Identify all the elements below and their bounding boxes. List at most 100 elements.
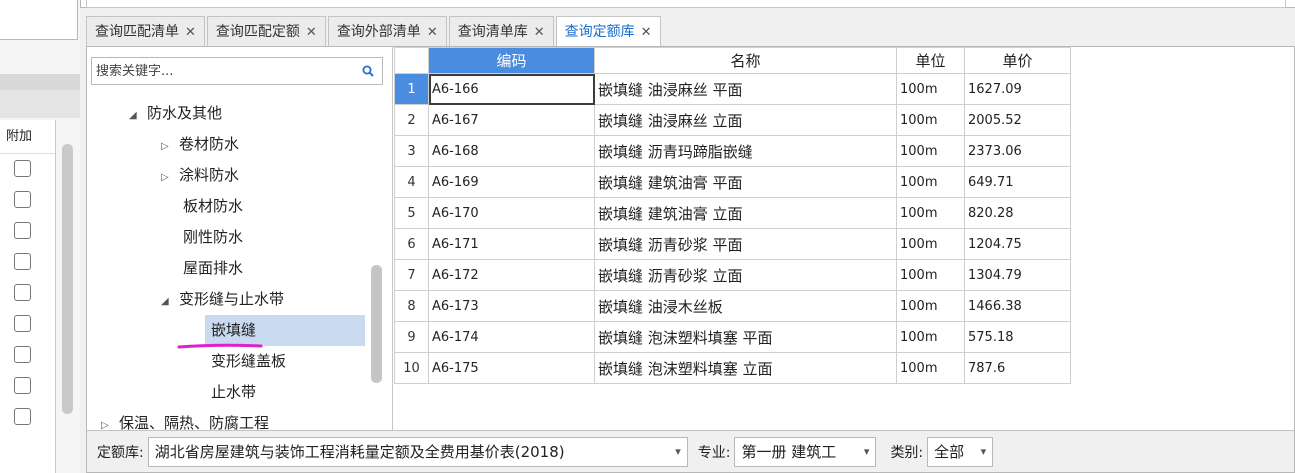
cell-price[interactable]: 1627.09 xyxy=(964,73,1071,105)
tree-item-waterstop[interactable]: 止水带 xyxy=(211,377,256,408)
category-select[interactable]: 全部 ▾ xyxy=(927,436,994,467)
checkbox[interactable] xyxy=(14,253,31,270)
tree-item-coating-waterproof[interactable]: ▷ 涂料防水 xyxy=(161,160,239,191)
checkbox[interactable] xyxy=(14,222,31,239)
major-select[interactable]: 第一册 建筑工 ▾ xyxy=(734,436,877,467)
cell-name[interactable]: 嵌填缝 沥青砂浆 立面 xyxy=(594,259,897,291)
table-row[interactable]: 5 A6-170 嵌填缝 建筑油膏 立面 100m 820.28 xyxy=(394,197,1071,229)
tree-item-waterproof-other[interactable]: ◢ 防水及其他 xyxy=(129,98,222,129)
cell-name[interactable]: 嵌填缝 沥青玛蹄脂嵌缝 xyxy=(594,135,897,167)
cell-code[interactable]: A6-175 xyxy=(428,352,595,384)
left-scrollbar[interactable] xyxy=(62,144,73,414)
cell-unit[interactable]: 100m xyxy=(896,166,965,198)
close-icon[interactable]: ✕ xyxy=(306,25,317,40)
cell-unit[interactable]: 100m xyxy=(896,135,965,167)
cell-unit[interactable]: 100m xyxy=(896,259,965,291)
checkbox[interactable] xyxy=(14,284,31,301)
cell-code[interactable]: A6-171 xyxy=(428,228,595,260)
table-row[interactable]: 2 A6-167 嵌填缝 油浸麻丝 立面 100m 2005.52 xyxy=(394,104,1071,136)
checkbox[interactable] xyxy=(14,315,31,332)
list-item xyxy=(0,185,55,216)
chevron-down-icon[interactable]: ▾ xyxy=(675,445,681,458)
checkbox[interactable] xyxy=(14,408,31,425)
close-icon[interactable]: ✕ xyxy=(641,25,652,40)
table-row[interactable]: 4 A6-169 嵌填缝 建筑油膏 平面 100m 649.71 xyxy=(394,166,1071,198)
cell-unit[interactable]: 100m xyxy=(896,104,965,136)
table-row[interactable]: 7 A6-172 嵌填缝 沥青砂浆 立面 100m 1304.79 xyxy=(394,259,1071,291)
column-header-fujia: 附加 xyxy=(0,120,55,154)
cell-code[interactable]: A6-167 xyxy=(428,104,595,136)
cell-price[interactable]: 575.18 xyxy=(964,321,1071,353)
close-icon[interactable]: ✕ xyxy=(427,25,438,40)
tree-item-rigid-waterproof[interactable]: 刚性防水 xyxy=(183,222,243,253)
collapsed-triangle-icon[interactable]: ▷ xyxy=(161,131,179,162)
tree-scrollbar[interactable] xyxy=(371,265,382,383)
table-row[interactable]: 3 A6-168 嵌填缝 沥青玛蹄脂嵌缝 100m 2373.06 xyxy=(394,135,1071,167)
cell-code[interactable]: A6-169 xyxy=(428,166,595,198)
cell-code[interactable]: A6-172 xyxy=(428,259,595,291)
cell-price[interactable]: 649.71 xyxy=(964,166,1071,198)
table-row[interactable]: 9 A6-174 嵌填缝 泡沫塑料填塞 平面 100m 575.18 xyxy=(394,321,1071,353)
tree-item-membrane-waterproof[interactable]: ▷ 卷材防水 xyxy=(161,129,239,160)
tree-item-roof-drainage[interactable]: 屋面排水 xyxy=(183,253,243,284)
tab-query-external-list[interactable]: 查询外部清单 ✕ xyxy=(327,16,447,46)
checkbox[interactable] xyxy=(14,160,31,177)
search-icon[interactable] xyxy=(362,65,374,77)
cell-code[interactable]: A6-166 xyxy=(428,73,595,105)
tree-item-board-waterproof[interactable]: 板材防水 xyxy=(183,191,243,222)
cell-name[interactable]: 嵌填缝 建筑油膏 平面 xyxy=(594,166,897,198)
cell-price[interactable]: 2373.06 xyxy=(964,135,1071,167)
cell-unit[interactable]: 100m xyxy=(896,73,965,105)
cell-code[interactable]: A6-170 xyxy=(428,197,595,229)
tree-item-joint-filling[interactable]: 嵌填缝 xyxy=(205,315,365,346)
tree-item-joint-waterstop[interactable]: ◢ 变形缝与止水带 xyxy=(161,284,284,315)
cell-name[interactable]: 嵌填缝 泡沫塑料填塞 平面 xyxy=(594,321,897,353)
checkbox[interactable] xyxy=(14,191,31,208)
checkbox[interactable] xyxy=(14,377,31,394)
cell-name[interactable]: 嵌填缝 油浸麻丝 平面 xyxy=(594,73,897,105)
checkbox[interactable] xyxy=(14,346,31,363)
tab-query-match-list[interactable]: 查询匹配清单 ✕ xyxy=(86,16,205,46)
cell-name[interactable]: 嵌填缝 建筑油膏 立面 xyxy=(594,197,897,229)
table-row[interactable]: 6 A6-171 嵌填缝 沥青砂浆 平面 100m 1204.75 xyxy=(394,228,1071,260)
library-select[interactable]: 湖北省房屋建筑与装饰工程消耗量定额及全费用基价表(2018) ▾ xyxy=(147,436,688,467)
tab-query-quota-library[interactable]: 查询定额库 ✕ xyxy=(555,16,661,47)
tree-item-insulation[interactable]: ▷ 保温、隔热、防腐工程 xyxy=(101,408,269,430)
table-row[interactable]: 1 A6-166 嵌填缝 油浸麻丝 平面 100m 1627.09 xyxy=(394,73,1071,105)
collapsed-triangle-icon[interactable]: ▷ xyxy=(161,162,179,193)
cell-unit[interactable]: 100m xyxy=(896,321,965,353)
cell-name[interactable]: 嵌填缝 油浸麻丝 立面 xyxy=(594,104,897,136)
column-header-unit[interactable]: 单位 xyxy=(896,47,965,74)
column-header-name[interactable]: 名称 xyxy=(594,47,897,74)
cell-code[interactable]: A6-168 xyxy=(428,135,595,167)
cell-unit[interactable]: 100m xyxy=(896,352,965,384)
cell-unit[interactable]: 100m xyxy=(896,228,965,260)
cell-name[interactable]: 嵌填缝 泡沫塑料填塞 立面 xyxy=(594,352,897,384)
cell-price[interactable]: 2005.52 xyxy=(964,104,1071,136)
cell-price[interactable]: 787.6 xyxy=(964,352,1071,384)
close-icon[interactable]: ✕ xyxy=(534,25,545,40)
cell-price[interactable]: 1204.75 xyxy=(964,228,1071,260)
column-header-price[interactable]: 单价 xyxy=(964,47,1071,74)
search-input[interactable] xyxy=(92,58,352,84)
cell-price[interactable]: 1304.79 xyxy=(964,259,1071,291)
table-row[interactable]: 8 A6-173 嵌填缝 油浸木丝板 100m 1466.38 xyxy=(394,290,1071,322)
tab-query-match-quota[interactable]: 查询匹配定额 ✕ xyxy=(206,16,326,46)
cell-name[interactable]: 嵌填缝 油浸木丝板 xyxy=(594,290,897,322)
cell-code[interactable]: A6-173 xyxy=(428,290,595,322)
chevron-down-icon[interactable]: ▾ xyxy=(981,445,987,458)
column-header-code[interactable]: 编码 xyxy=(428,47,595,74)
tab-query-list-library[interactable]: 查询清单库 ✕ xyxy=(448,16,554,46)
collapsed-triangle-icon[interactable]: ▷ xyxy=(101,410,119,430)
cell-code[interactable]: A6-174 xyxy=(428,321,595,353)
expanded-triangle-icon[interactable]: ◢ xyxy=(161,286,179,317)
cell-unit[interactable]: 100m xyxy=(896,197,965,229)
cell-price[interactable]: 1466.38 xyxy=(964,290,1071,322)
cell-price[interactable]: 820.28 xyxy=(964,197,1071,229)
expanded-triangle-icon[interactable]: ◢ xyxy=(129,100,147,131)
cell-name[interactable]: 嵌填缝 沥青砂浆 平面 xyxy=(594,228,897,260)
close-icon[interactable]: ✕ xyxy=(185,25,196,40)
table-row[interactable]: 10 A6-175 嵌填缝 泡沫塑料填塞 立面 100m 787.6 xyxy=(394,352,1071,384)
cell-unit[interactable]: 100m xyxy=(896,290,965,322)
chevron-down-icon[interactable]: ▾ xyxy=(864,445,870,458)
